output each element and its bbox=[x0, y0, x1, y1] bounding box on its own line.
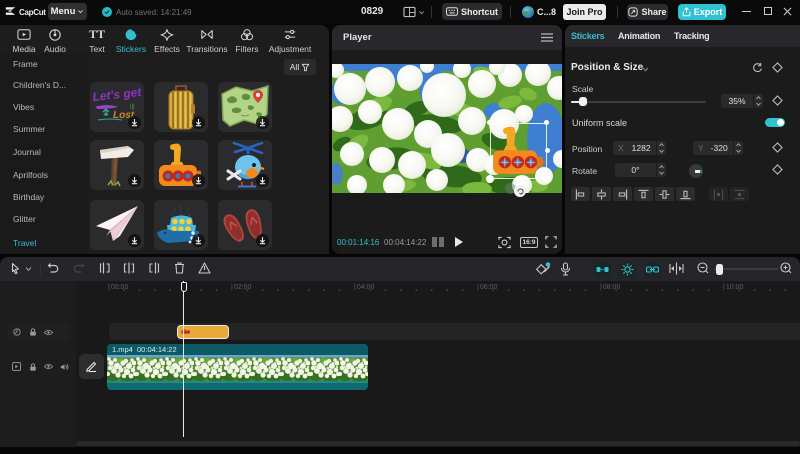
svg-text:Let's get: Let's get bbox=[92, 85, 143, 104]
svg-text:|||: ||| bbox=[130, 104, 135, 110]
